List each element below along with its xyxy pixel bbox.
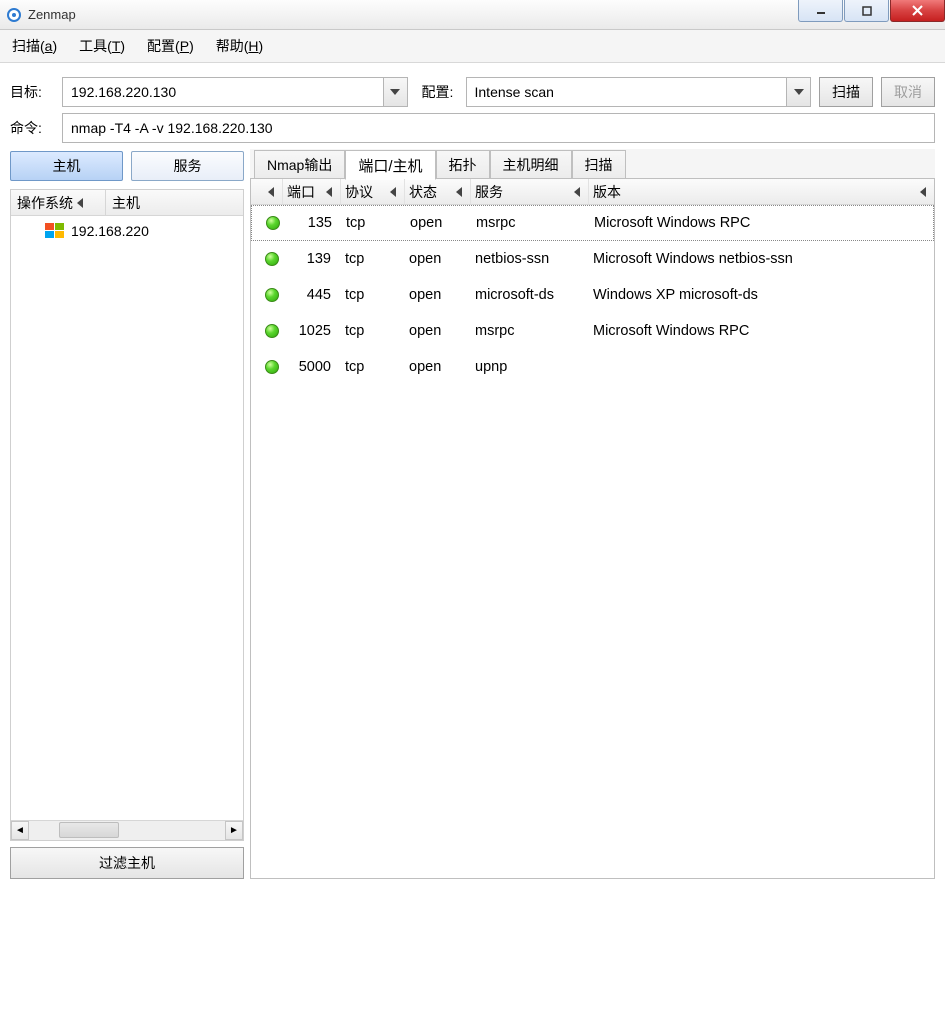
host-label: 192.168.220 [71, 223, 149, 239]
sort-indicator-icon [456, 187, 462, 197]
host-row[interactable]: 192.168.220 [11, 216, 243, 246]
ports-header-state[interactable]: 状态 [405, 179, 471, 204]
titlebar: Zenmap [0, 0, 945, 30]
windows-os-icon [45, 223, 65, 239]
hostlist-header-host[interactable]: 主机 [106, 190, 243, 215]
command-label: 命令: [10, 118, 62, 138]
profile-input[interactable] [467, 80, 787, 104]
cell-version: Windows XP microsoft-ds [589, 287, 934, 303]
close-button[interactable] [890, 0, 945, 22]
ports-table-row[interactable]: 5000tcpopenupnp [251, 349, 934, 385]
cell-port: 5000 [283, 359, 341, 375]
cell-state: open [405, 287, 471, 303]
tab-ports-hosts[interactable]: 端口/主机 [345, 150, 435, 180]
sidebar: 主机 服务 操作系统 主机 [10, 149, 250, 879]
ports-table: 端口 协议 状态 服务 版本 135tcpopenmsrpcMicrosoft … [250, 179, 935, 879]
profile-combobox[interactable] [466, 77, 812, 107]
ports-table-row[interactable]: 139tcpopennetbios-ssnMicrosoft Windows n… [251, 241, 934, 277]
services-tab-button[interactable]: 服务 [131, 151, 244, 181]
chevron-down-icon [390, 89, 400, 95]
main-tabs: Nmap输出 端口/主机 拓扑 主机明细 扫描 [250, 149, 935, 179]
profile-dropdown-button[interactable] [786, 78, 810, 106]
tab-topology[interactable]: 拓扑 [436, 150, 490, 178]
status-open-icon [265, 252, 279, 266]
cell-service: microsoft-ds [471, 287, 589, 303]
minimize-button[interactable] [798, 0, 843, 22]
cell-service: msrpc [472, 215, 590, 231]
maximize-button[interactable] [844, 0, 889, 22]
ports-header-status[interactable] [251, 179, 283, 204]
scroll-thumb[interactable] [59, 822, 119, 838]
cell-version: Microsoft Windows RPC [589, 323, 934, 339]
sort-indicator-icon [268, 187, 274, 197]
cell-protocol: tcp [342, 215, 406, 231]
cell-service: msrpc [471, 323, 589, 339]
zenmap-logo-icon [6, 7, 22, 23]
cell-state: open [406, 215, 472, 231]
menu-scan[interactable]: 扫描(a) [8, 34, 61, 58]
cell-port: 1025 [283, 323, 341, 339]
menu-help[interactable]: 帮助(H) [212, 34, 267, 58]
window-title: Zenmap [28, 7, 76, 22]
menu-config[interactable]: 配置(P) [143, 34, 198, 58]
hostlist-hscrollbar[interactable]: ◄ ► [11, 820, 243, 840]
profile-label: 配置: [422, 82, 466, 102]
cell-port: 139 [283, 251, 341, 267]
tab-nmap-output[interactable]: Nmap输出 [254, 150, 345, 178]
ports-table-header: 端口 协议 状态 服务 版本 [251, 179, 934, 205]
sort-indicator-icon [390, 187, 396, 197]
cell-state: open [405, 359, 471, 375]
sort-indicator-icon [920, 187, 926, 197]
ports-table-row[interactable]: 445tcpopenmicrosoft-dsWindows XP microso… [251, 277, 934, 313]
tab-host-details[interactable]: 主机明细 [490, 150, 572, 178]
status-open-icon [265, 324, 279, 338]
target-dropdown-button[interactable] [383, 78, 407, 106]
status-open-icon [265, 288, 279, 302]
tab-scans[interactable]: 扫描 [572, 150, 626, 178]
cell-protocol: tcp [341, 251, 405, 267]
ports-table-row[interactable]: 1025tcpopenmsrpcMicrosoft Windows RPC [251, 313, 934, 349]
ports-header-port[interactable]: 端口 [283, 179, 341, 204]
sort-indicator-icon [326, 187, 332, 197]
target-input[interactable] [63, 80, 383, 104]
status-open-icon [265, 360, 279, 374]
sort-indicator-icon [77, 198, 83, 208]
cell-protocol: tcp [341, 287, 405, 303]
cell-protocol: tcp [341, 359, 405, 375]
status-open-icon [266, 216, 280, 230]
cell-version: Microsoft Windows netbios-ssn [589, 251, 934, 267]
target-combobox[interactable] [62, 77, 408, 107]
ports-header-protocol[interactable]: 协议 [341, 179, 405, 204]
cell-version: Microsoft Windows RPC [590, 215, 933, 231]
hosts-tab-button[interactable]: 主机 [10, 151, 123, 181]
filter-hosts-button[interactable]: 过滤主机 [10, 847, 244, 879]
cell-service: upnp [471, 359, 589, 375]
ports-header-version[interactable]: 版本 [589, 179, 934, 204]
menubar: 扫描(a) 工具(T) 配置(P) 帮助(H) [0, 30, 945, 63]
cell-service: netbios-ssn [471, 251, 589, 267]
cell-port: 445 [283, 287, 341, 303]
cell-state: open [405, 251, 471, 267]
cell-state: open [405, 323, 471, 339]
sort-indicator-icon [574, 187, 580, 197]
scan-button[interactable]: 扫描 [819, 77, 873, 107]
cancel-button[interactable]: 取消 [881, 77, 935, 107]
chevron-down-icon [794, 89, 804, 95]
host-listview: 操作系统 主机 192.168.220 [10, 189, 244, 841]
menu-tools[interactable]: 工具(T) [75, 34, 129, 58]
main-panel: Nmap输出 端口/主机 拓扑 主机明细 扫描 端口 协议 状态 服务 版本 1… [250, 149, 935, 879]
scroll-left-button[interactable]: ◄ [11, 821, 29, 840]
target-label: 目标: [10, 82, 62, 102]
hostlist-header-os[interactable]: 操作系统 [11, 190, 106, 215]
ports-table-row[interactable]: 135tcpopenmsrpcMicrosoft Windows RPC [251, 205, 934, 241]
cell-port: 135 [284, 215, 342, 231]
scroll-right-button[interactable]: ► [225, 821, 243, 840]
command-input[interactable] [63, 114, 934, 142]
cell-protocol: tcp [341, 323, 405, 339]
ports-header-service[interactable]: 服务 [471, 179, 589, 204]
